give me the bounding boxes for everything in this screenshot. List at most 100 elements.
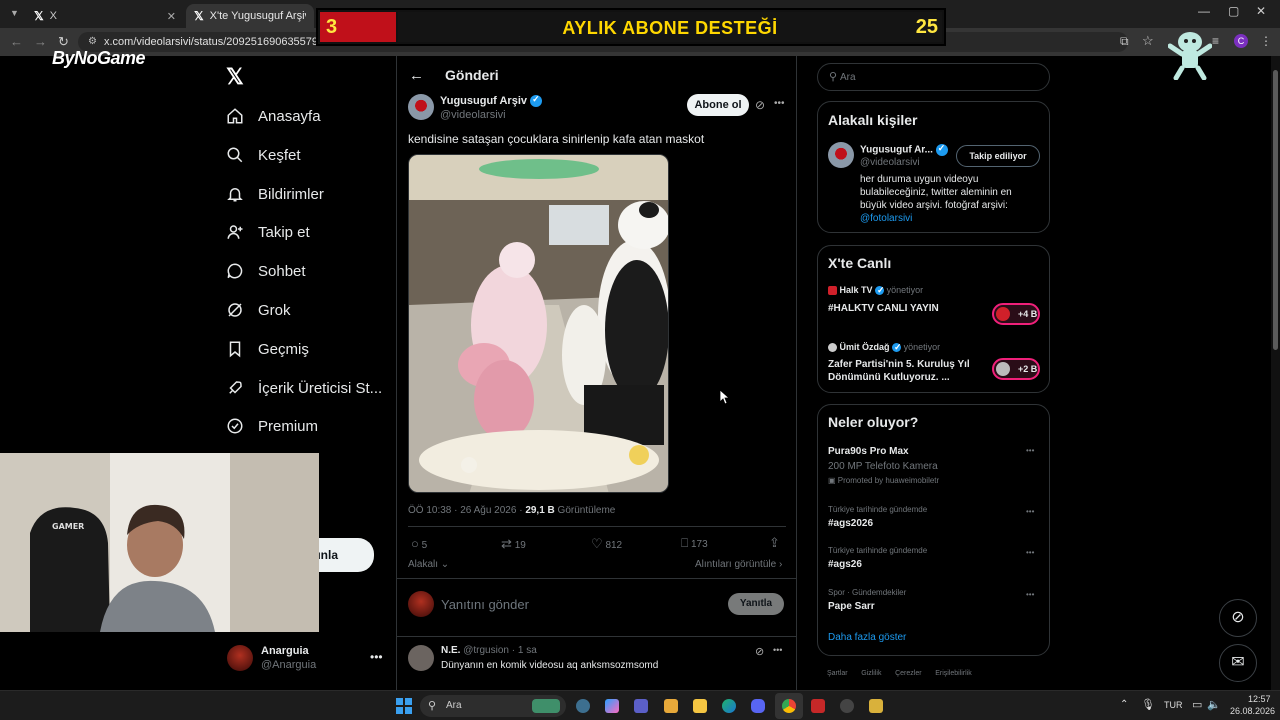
file-explorer-icon[interactable] [693, 699, 707, 713]
live-listeners-badge[interactable]: +4 B [992, 303, 1040, 325]
teams-icon[interactable] [634, 699, 648, 713]
reply-avatar[interactable] [408, 645, 434, 671]
related-avatar[interactable] [828, 142, 854, 168]
more-options-icon[interactable]: ••• [1026, 446, 1034, 455]
grok-floating-button[interactable]: ⊘ [1219, 599, 1257, 637]
trend-item[interactable]: Türkiye tarihinde gündemde #ags2026 ••• [828, 505, 1040, 535]
cast-icon[interactable]: ⧉ [1120, 34, 1129, 49]
extensions-icon[interactable]: ≡ [1212, 34, 1219, 48]
site-info-icon[interactable]: ⚙ [88, 36, 97, 47]
forward-icon[interactable]: → [34, 34, 47, 49]
account-more-icon[interactable]: ••• [370, 650, 383, 664]
nav-item-history[interactable]: Geçmiş [226, 334, 309, 364]
search-highlight-icon [532, 699, 560, 713]
chrome-icon[interactable] [782, 699, 796, 713]
more-options-icon[interactable]: ••• [774, 98, 785, 109]
grok-icon[interactable]: ⊘ [755, 645, 764, 658]
language-indicator[interactable]: TUR [1164, 700, 1183, 710]
mascot-overlay-icon [1168, 32, 1212, 80]
windows-start-icon[interactable] [396, 698, 412, 714]
reply-submit-button[interactable]: Yanıtla [728, 593, 784, 615]
banner-right-count: 25 [915, 16, 938, 38]
following-button[interactable]: Takip ediliyor [956, 145, 1040, 167]
nav-item-notifications[interactable]: Bildirimler [226, 179, 324, 209]
maximize-icon[interactable]: ▢ [1228, 4, 1239, 18]
more-options-icon[interactable]: ••• [773, 645, 782, 655]
discord-icon[interactable] [751, 699, 765, 713]
footer-link[interactable]: Şartlar [827, 670, 848, 677]
account-avatar[interactable] [227, 645, 253, 671]
show-more-link[interactable]: Daha fazla göster [828, 632, 906, 643]
scrollbar-thumb[interactable] [1273, 70, 1278, 350]
nav-item-home[interactable]: Anasayfa [226, 101, 321, 131]
view-quotes-link[interactable]: Alıntıları görüntüle › [695, 559, 782, 570]
minimize-icon[interactable]: — [1198, 4, 1210, 18]
browser-tab-2[interactable]: 𝕏 X'te Yugusuguf Arşiv: "kendi [186, 4, 314, 28]
live-listeners-badge[interactable]: +2 B [992, 358, 1040, 380]
nav-item-explore[interactable]: Keşfet [226, 140, 301, 170]
close-icon[interactable]: ✕ [167, 10, 176, 23]
author-avatar[interactable] [408, 94, 434, 120]
related-people-card: Alakalı kişiler Yugusuguf Ar... @videola… [817, 101, 1050, 233]
like-action[interactable]: ♡ 812 [591, 536, 622, 552]
network-icon[interactable]: ▭ [1192, 698, 1202, 711]
more-options-icon[interactable]: ••• [1026, 507, 1034, 516]
footer-link[interactable]: Çerezler [895, 670, 921, 677]
nav-item-grok[interactable]: Grok [226, 295, 291, 325]
tray-chevron-icon[interactable]: ⌃ [1120, 699, 1128, 710]
widgets-icon[interactable] [664, 699, 678, 713]
star-icon[interactable]: ☆ [1142, 33, 1154, 49]
app-obs-icon[interactable] [840, 699, 854, 713]
messages-floating-button[interactable]: ✉ [1219, 644, 1257, 682]
author-name-row[interactable]: Yugusuguf Arşiv [440, 94, 543, 108]
app-yellow-icon[interactable] [869, 699, 883, 713]
post-video[interactable] [408, 154, 669, 493]
tab-list-icon[interactable]: ▼ [10, 8, 19, 18]
profile-avatar[interactable]: C [1234, 34, 1248, 48]
related-bio-link[interactable]: @fotolarsivi [860, 213, 912, 224]
live-item[interactable]: Ümit Özdağ yönetiyor Zafer Partisi'nin 5… [828, 342, 1040, 386]
repost-action[interactable]: ⇄ 19 [501, 536, 526, 552]
clock-time[interactable]: 12:57 [1248, 694, 1271, 704]
bookmark-action[interactable]: ⎕ 173 [681, 536, 708, 551]
trend-item[interactable]: Türkiye tarihinde gündemde #ags26 ••• [828, 546, 1040, 576]
trend-item[interactable]: Spor · Gündemdekiler Pape Sarr ••• [828, 588, 1040, 618]
views-count: 29,1 B [525, 505, 555, 516]
search-box[interactable]: ⚲ Ara [817, 63, 1050, 91]
taskbar-search[interactable]: ⚲ Ara [420, 695, 566, 717]
task-view-icon[interactable] [576, 699, 590, 713]
tab-title: X [49, 10, 58, 22]
share-icon[interactable]: ⇪ [769, 535, 780, 551]
close-window-icon[interactable]: ✕ [1256, 4, 1266, 18]
footer-link[interactable]: Gizlilik [861, 670, 881, 677]
nav-item-creator-studio[interactable]: İçerik Üreticisi St... [226, 373, 382, 403]
microphone-icon[interactable]: 🎙 [1141, 698, 1155, 711]
repost-icon: ⇄ [501, 536, 512, 551]
clock-date[interactable]: 26.08.2026 [1230, 706, 1275, 716]
scrollbar[interactable] [1271, 56, 1280, 690]
grok-icon[interactable]: ⊘ [755, 98, 765, 112]
edge-icon[interactable] [722, 699, 736, 713]
copilot-icon[interactable] [605, 699, 619, 713]
more-options-icon[interactable]: ••• [1026, 548, 1034, 557]
reply-input[interactable]: Yanıtını gönder [441, 597, 529, 612]
app-red-icon[interactable] [811, 699, 825, 713]
related-name-row[interactable]: Yugusuguf Ar... [860, 143, 948, 156]
live-item-title: Zafer Partisi'nin 5. Kuruluş Yıl Dönümün… [828, 359, 970, 383]
volume-icon[interactable]: 🔈 [1207, 698, 1221, 711]
trend-item[interactable]: Pura90s Pro Max 200 MP Telefoto Kamera ▣… [828, 446, 1040, 492]
subscribe-button[interactable]: Abone ol [687, 94, 749, 116]
footer-link[interactable]: Erişilebilirlik [935, 670, 972, 677]
menu-icon[interactable]: ⋮ [1260, 34, 1272, 48]
nav-item-follow[interactable]: Takip et [226, 217, 310, 247]
related-dropdown[interactable]: Alakalı ⌄ [408, 559, 449, 570]
more-options-icon[interactable]: ••• [1026, 590, 1034, 599]
nav-item-chat[interactable]: Sohbet [226, 256, 306, 286]
back-icon[interactable]: ← [10, 34, 23, 49]
live-item[interactable]: Halk TV yönetiyor #HALKTV CANLI YAYIN +4… [828, 285, 1040, 329]
back-arrow-icon[interactable]: ← [409, 67, 424, 84]
x-logo-icon[interactable]: 𝕏 [226, 64, 244, 90]
reply-action[interactable]: ○ 5 [411, 536, 427, 551]
nav-item-premium[interactable]: Premium [226, 411, 318, 441]
browser-tab-1[interactable]: 𝕏 X ✕ [26, 4, 184, 28]
